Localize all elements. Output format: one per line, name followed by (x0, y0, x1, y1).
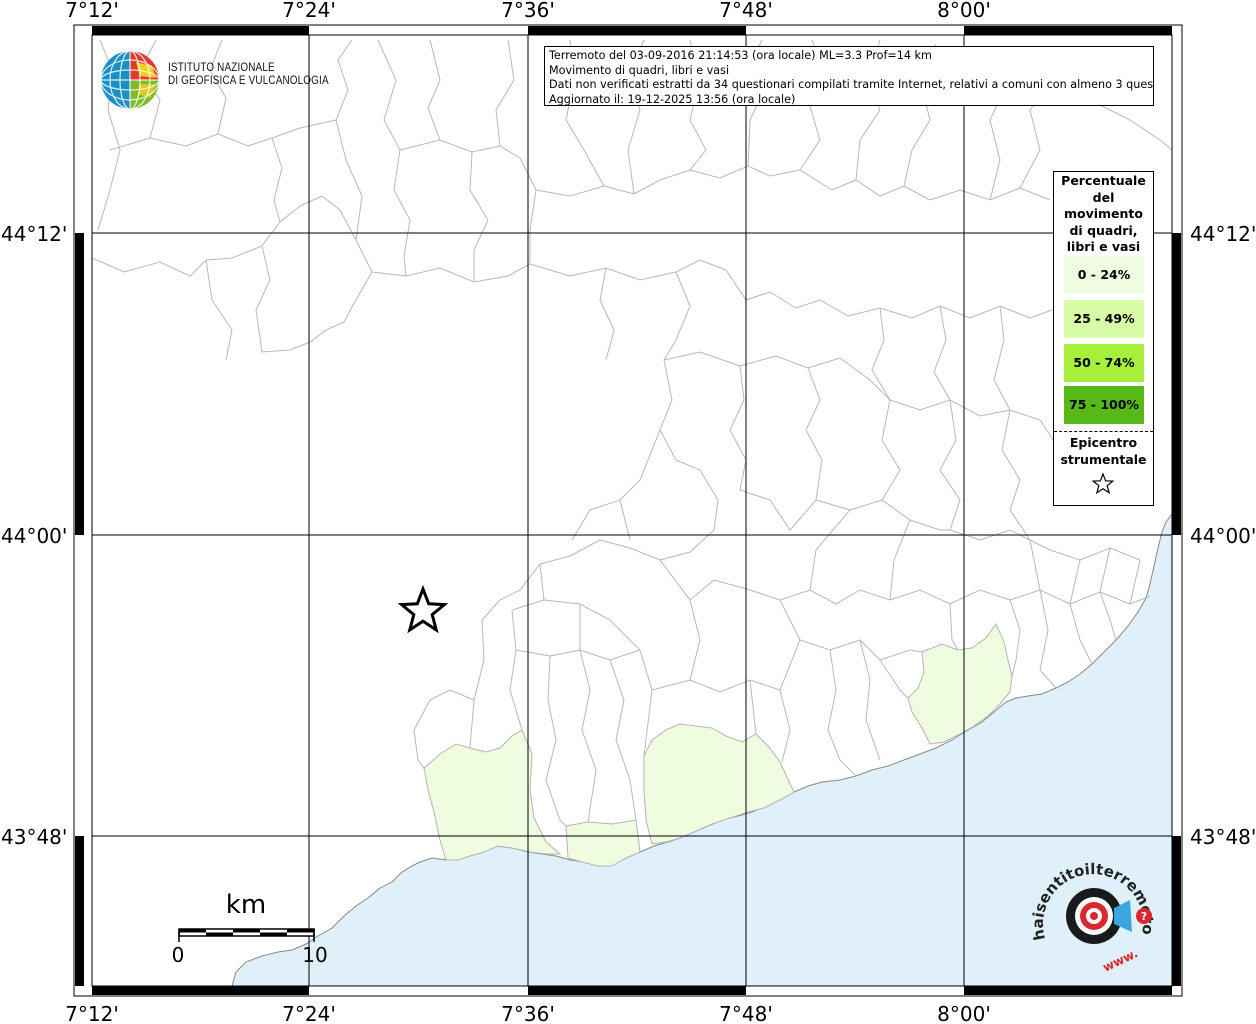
legend: Percentuale del movimento di quadri, lib… (1053, 171, 1154, 506)
lat-label-right: 43°48' (1190, 825, 1256, 849)
star-outline-icon (1091, 472, 1115, 495)
lon-label-bottom: 7°12' (65, 1002, 119, 1024)
lon-label-top: 7°48' (719, 0, 773, 22)
lon-label-top: 8°00' (937, 0, 991, 22)
scale-unit-label: km (226, 890, 266, 920)
event-info-box: Terremoto del 03-09-2016 21:14:53 (ora l… (544, 46, 1154, 106)
ingv-logo[interactable]: ISTITUTO NAZIONALE DI GEOFISICA E VULCAN… (100, 46, 329, 110)
lon-label-top: 7°36' (501, 0, 555, 22)
legend-epicenter-line: Epicentro (1069, 435, 1138, 450)
legend-title-line: Percentuale (1061, 173, 1146, 188)
legend-title: Percentuale del movimento di quadri, lib… (1054, 172, 1153, 256)
haisentito-logo[interactable]: haisentitoilterremoto.it ? www. (1030, 860, 1166, 976)
lat-label-left: 44°00' (1, 524, 67, 548)
legend-item-50-74: 50 - 74% (1064, 344, 1144, 382)
lat-label-left: 44°12' (1, 222, 67, 246)
lon-label-top: 7°12' (65, 0, 119, 22)
ingv-globe-icon (100, 50, 160, 110)
legend-item-0-24: 0 - 24% (1064, 256, 1144, 294)
lon-label-bottom: 7°48' (719, 1002, 773, 1024)
ingv-name-line2: DI GEOFISICA E VULCANOLOGIA (168, 75, 329, 87)
legend-title-line: libri e vasi (1066, 239, 1141, 254)
update-timestamp: Aggiornato il: 19-12-2025 13:56 (ora loc… (549, 92, 796, 106)
event-title: Terremoto del 03-09-2016 21:14:53 (ora l… (549, 49, 932, 62)
ingv-name: ISTITUTO NAZIONALE DI GEOFISICA E VULCAN… (168, 62, 329, 88)
haisentito-www: www. (1101, 946, 1141, 974)
lon-label-bottom: 7°24' (282, 1002, 336, 1024)
legend-item-75-100: 75 - 100% (1064, 386, 1144, 424)
ingv-name-line1: ISTITUTO NAZIONALE (168, 62, 275, 74)
legend-epicenter-line: strumentale (1060, 451, 1147, 467)
legend-title-line: movimento (1063, 206, 1143, 221)
scale-end-label: 10 (302, 943, 327, 967)
map-effect-title: Movimento di quadri, libri e vasi (549, 63, 730, 77)
lat-label-right: 44°00' (1190, 524, 1256, 548)
scale-start-label: 0 (172, 943, 185, 967)
lon-label-bottom: 8°00' (937, 1002, 991, 1024)
data-disclaimer: Dati non verificati estratti da 34 quest… (549, 78, 1154, 92)
legend-item-25-49: 25 - 49% (1064, 300, 1144, 338)
legend-divider (1054, 431, 1153, 432)
legend-title-line: di quadri, (1069, 222, 1138, 238)
lat-label-left: 43°48' (1, 825, 67, 849)
legend-title-line: del (1092, 189, 1115, 205)
lat-label-right: 44°12' (1190, 222, 1256, 246)
svg-text:?: ? (1141, 910, 1147, 923)
legend-epicenter-label: Epicentro strumentale (1054, 435, 1153, 468)
lon-label-top: 7°24' (282, 0, 336, 22)
lon-label-bottom: 7°36' (501, 1002, 555, 1024)
